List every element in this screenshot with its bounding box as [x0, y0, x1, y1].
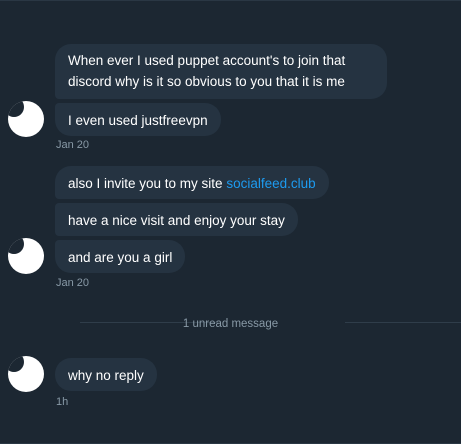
sender-avatar[interactable]	[8, 101, 44, 137]
sender-avatar[interactable]	[8, 238, 44, 274]
conversation-panel: When ever I used puppet account's to joi…	[0, 0, 461, 444]
sender-avatar[interactable]	[8, 356, 44, 392]
message-timestamp: Jan 20	[56, 139, 90, 151]
message-text: I even used justfreevpn	[68, 113, 208, 128]
message-bubble[interactable]: have a nice visit and enjoy your stay	[55, 203, 298, 236]
message-bubble[interactable]: When ever I used puppet account's to joi…	[55, 44, 387, 99]
message-text-line: When ever I used puppet account's to joi…	[68, 53, 346, 68]
unread-label: 1 unread message	[182, 318, 279, 330]
message-text: why no reply	[68, 368, 144, 383]
site-link[interactable]: socialfeed.club	[226, 176, 315, 191]
message-timestamp: 1h	[56, 396, 69, 408]
message-bubble[interactable]: also I invite you to my site socialfeed.…	[55, 166, 329, 199]
message-bubble[interactable]: and are you a girl	[55, 240, 186, 273]
message-bubble[interactable]: why no reply	[55, 358, 157, 391]
message-bubble[interactable]: I even used justfreevpn	[55, 103, 221, 136]
message-text: have a nice visit and enjoy your stay	[68, 213, 285, 228]
unread-divider: 1 unread message	[0, 314, 461, 330]
top-divider	[0, 0, 461, 1]
message-timestamp: Jan 20	[56, 277, 90, 289]
message-text: and are you a girl	[68, 250, 173, 265]
message-text: also I invite you to my site	[68, 176, 227, 191]
message-text-line: discord why is it so obvious to you that…	[68, 74, 345, 89]
